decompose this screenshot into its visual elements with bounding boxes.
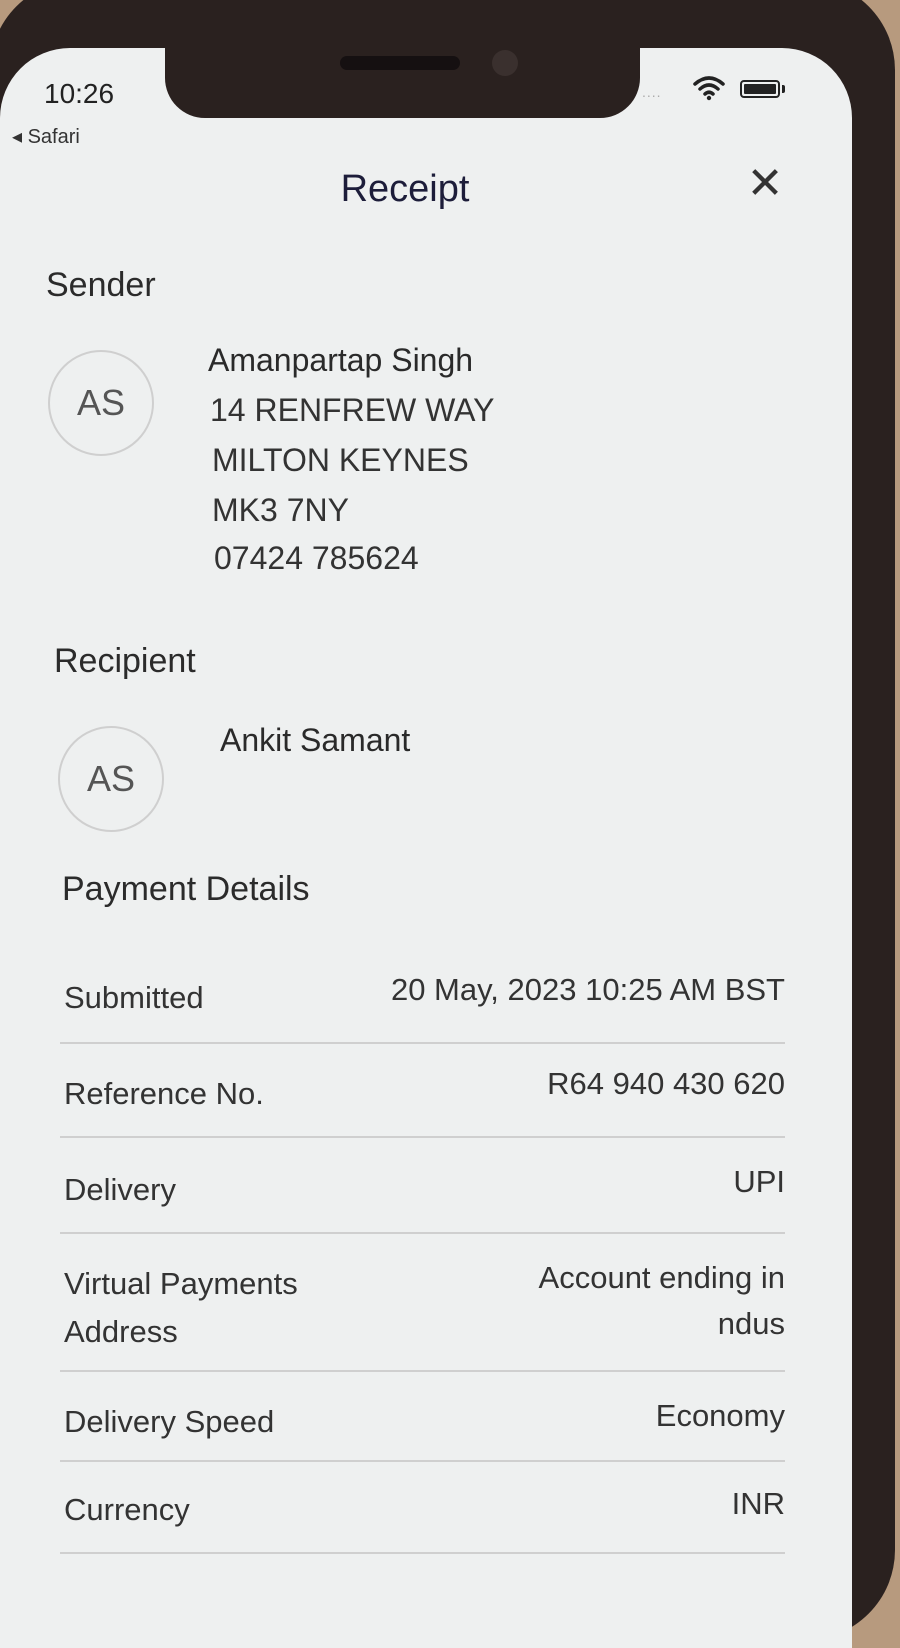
detail-value: 20 May, 2023 10:25 AM BST (390, 972, 785, 1007)
detail-row-vpa: Virtual Payments Address Account ending … (60, 1236, 785, 1372)
detail-value: R64 940 430 620 (547, 1066, 785, 1101)
detail-row-reference: Reference No. R64 940 430 620 (60, 1044, 785, 1138)
sender-heading: Sender (46, 266, 156, 304)
page-title: Receipt (340, 168, 470, 210)
battery-icon (740, 80, 780, 98)
detail-value: UPI (733, 1164, 785, 1199)
signal-icon: .... (642, 84, 662, 100)
back-to-safari-link[interactable]: ◂ Safari (12, 124, 80, 149)
recipient-avatar: AS (58, 726, 164, 832)
wifi-icon (693, 76, 725, 101)
camera (492, 50, 518, 76)
recipient-name: Ankit Samant (220, 722, 411, 758)
sender-postcode: MK3 7NY (212, 492, 349, 528)
notch (165, 30, 640, 118)
sender-phone: 07424 785624 (214, 540, 419, 576)
speaker (340, 56, 460, 70)
sender-address-line1: 14 RENFREW WAY (210, 392, 495, 428)
detail-label: Delivery Speed (64, 1404, 275, 1439)
battery-nub (782, 85, 785, 93)
detail-label: Submitted (64, 980, 204, 1015)
sender-name: Amanpartap Singh (208, 342, 474, 378)
detail-value: Economy (655, 1398, 785, 1433)
detail-label-line1: Virtual Payments (64, 1266, 298, 1301)
detail-row-delivery: Delivery UPI (60, 1140, 785, 1234)
detail-value: INR (731, 1486, 785, 1521)
detail-value-line1: Account ending in (538, 1260, 785, 1295)
payment-details-heading: Payment Details (62, 870, 310, 908)
sender-avatar: AS (48, 350, 154, 456)
detail-row-currency: Currency INR (60, 1464, 785, 1554)
detail-label-line2: Address (64, 1314, 178, 1349)
sender-address-line2: MILTON KEYNES (212, 442, 469, 478)
detail-row-submitted: Submitted 20 May, 2023 10:25 AM BST (60, 960, 785, 1044)
status-time: 10:26 (44, 78, 115, 109)
recipient-heading: Recipient (54, 642, 196, 680)
close-button[interactable]: ✕ (740, 162, 790, 212)
detail-label: Currency (64, 1492, 190, 1527)
detail-row-delivery-speed: Delivery Speed Economy (60, 1374, 785, 1462)
detail-label: Delivery (64, 1172, 176, 1207)
detail-label: Reference No. (64, 1076, 264, 1111)
detail-value-line2: ndus (717, 1306, 785, 1341)
